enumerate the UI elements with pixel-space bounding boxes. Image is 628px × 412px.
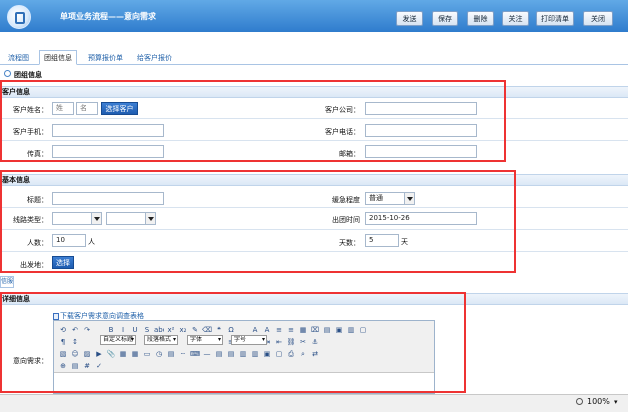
detail-highlight-box xyxy=(0,292,466,393)
basic-highlight-box xyxy=(0,170,516,273)
status-bar xyxy=(0,394,628,412)
zoom-icon xyxy=(576,398,583,405)
radio-circle-icon xyxy=(4,70,11,77)
customer-highlight-box xyxy=(0,80,506,162)
group-info-heading: 团组信息 xyxy=(0,68,628,80)
zoom-level[interactable]: 100% xyxy=(587,397,610,406)
tab-flowchart[interactable]: 流程图 xyxy=(4,50,33,65)
app-title: 单项业务流程——意向需求 xyxy=(60,12,156,21)
delete-button[interactable]: 删除 xyxy=(467,11,494,26)
group-info-heading-text: 团组信息 xyxy=(14,71,42,79)
close-button[interactable]: 关闭 xyxy=(583,11,613,26)
app-logo-icon xyxy=(7,5,31,29)
side-tab[interactable]: 信服 xyxy=(0,276,14,288)
send-button[interactable]: 发送 xyxy=(396,11,423,26)
tab-budget-quote[interactable]: 预算报价单 xyxy=(84,50,127,65)
zoom-dropdown-icon[interactable]: ▾ xyxy=(614,398,618,406)
save-button[interactable]: 保存 xyxy=(432,11,458,26)
tab-client-quote[interactable]: 给客户报价 xyxy=(133,50,176,65)
tab-group-info[interactable]: 团组信息 xyxy=(39,50,77,65)
print-list-button[interactable]: 打印清单 xyxy=(536,11,574,26)
follow-button[interactable]: 关注 xyxy=(502,11,529,26)
